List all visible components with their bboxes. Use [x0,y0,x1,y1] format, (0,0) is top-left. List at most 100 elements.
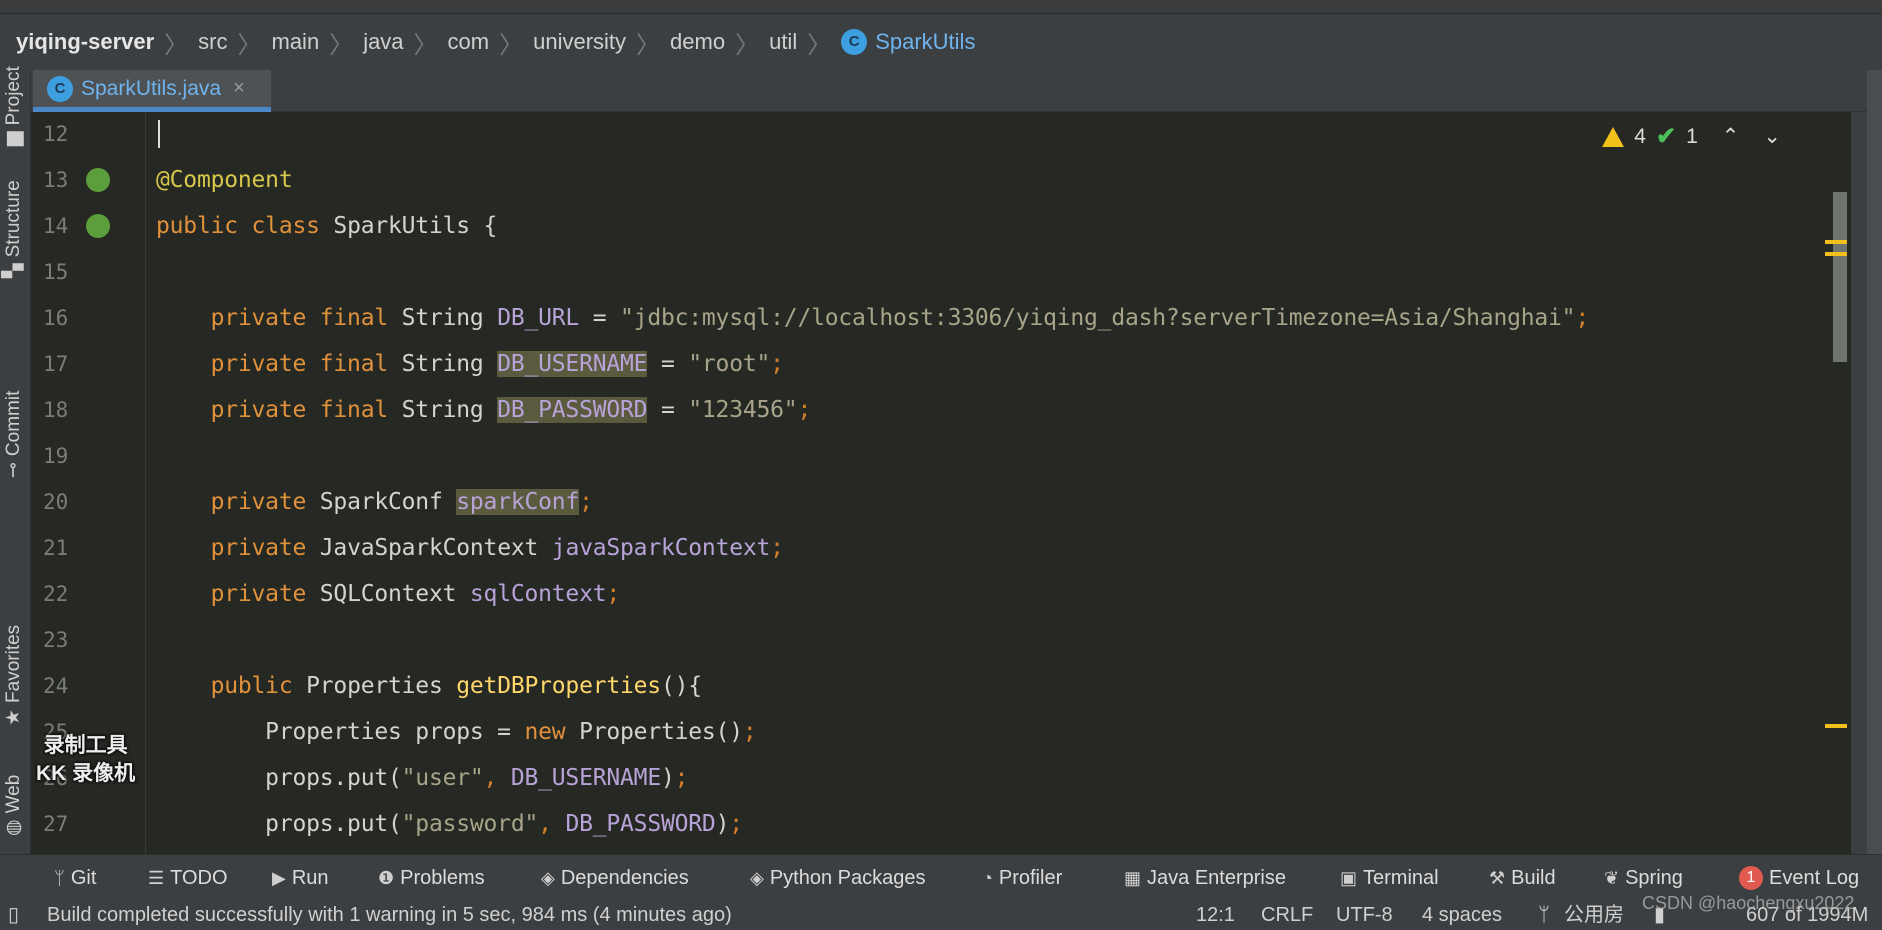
indent-setting[interactable]: 4 spaces [1422,900,1502,926]
code-line: private final String DB_PASSWORD = "1234… [156,387,811,433]
code-token: props.put( [156,811,402,837]
code-token: DB_URL [497,305,580,331]
packages-icon: ◈ [750,867,764,888]
code-token: DB_PASSWORD [565,811,716,837]
breadcrumb-item[interactable]: com [448,29,490,55]
git-branch[interactable]: 公用房 [1564,900,1624,926]
chevron-right-icon: 〉 [164,31,189,59]
bean-icon[interactable] [86,168,110,192]
class-icon: C [47,75,73,102]
code-editor[interactable]: 12 13 14 15 16 17 18 19 20 21 22 23 24 25 26 27 @Compon… [31,112,1851,854]
watermark-line: 录制工具 [43,734,128,757]
tool-label: Project [2,66,24,126]
tool-window-label: Git [70,866,97,889]
tool-window-problems[interactable]: ❶ Problems [378,855,485,901]
tool-favorites[interactable]: ★ Favorites [2,625,25,726]
tool-window-git[interactable]: ᛘ Git [54,855,96,901]
java-enterprise-icon: ▦ [1124,867,1142,888]
profiler-icon: ◔ [982,867,993,888]
code-token: sparkConf [456,489,580,515]
tool-window-todo[interactable]: ☰ TODO [148,855,228,901]
status-toggle-icon[interactable]: ▯ [8,900,19,926]
next-highlight-icon[interactable]: ⌄ [1763,124,1781,149]
code-token: ; [770,535,784,561]
line-number: 23 [43,628,69,652]
tool-label: Commit [2,390,24,457]
caret-position[interactable]: 12:1 [1196,900,1235,926]
code-token: private [156,489,320,515]
code-token: "123456" [688,397,798,423]
tool-window-profiler[interactable]: ◔ Profiler [982,855,1062,901]
bean-class-icon[interactable] [86,214,110,238]
chevron-right-icon: 〉 [329,31,354,59]
line-separator[interactable]: CRLF [1261,900,1313,926]
tool-window-label: Build [1511,866,1556,889]
breadcrumb-item[interactable]: yiqing-server [16,29,154,55]
line-number: 18 [43,398,69,422]
warning-marker[interactable] [1825,252,1847,256]
status-message[interactable]: Build completed successfully with 1 warn… [47,900,732,926]
tool-commit[interactable]: ⊸ Commit [2,391,25,478]
close-icon[interactable]: × [233,77,245,100]
code-token: (){ [660,673,702,699]
tab-sparkutils-java[interactable]: C SparkUtils.java × [33,70,271,112]
code-token: String [401,397,498,423]
right-tool-stripe [1867,70,1882,854]
tool-window-python-packages[interactable]: ◈ Python Packages [750,855,926,901]
breadcrumb-item[interactable]: demo [670,29,725,55]
tool-window-label: Dependencies [560,866,689,889]
chevron-right-icon: 〉 [499,31,524,59]
tool-window-run[interactable]: ▶ Run [272,855,329,901]
inspection-widget[interactable]: 4 ✔ 1 ⌃ ⌄ [1602,122,1781,151]
warning-icon [1602,126,1625,147]
code-token: ; [797,397,812,423]
line-number: 27 [43,812,69,836]
tool-window-java-enterprise[interactable]: ▦ Java Enterprise [1124,855,1286,901]
tool-structure[interactable]: ▚ Structure [2,180,25,278]
code-token: public [156,673,307,699]
warning-marker[interactable] [1825,724,1847,728]
code-token: "root" [688,351,771,377]
editor-tabs: C SparkUtils.java × [31,70,1882,112]
code-line: private SQLContext sqlContext; [156,571,621,617]
tool-window-dependencies[interactable]: ◈ Dependencies [541,855,689,901]
breadcrumb-current[interactable]: SparkUtils [875,29,975,55]
previous-highlight-icon[interactable]: ⌃ [1722,124,1740,149]
code-line: private SparkConf sparkConf; [156,479,593,525]
chevron-right-icon: 〉 [807,31,832,59]
vertical-scrollbar[interactable] [1833,192,1847,362]
tool-window-build[interactable]: ⚒ Build [1489,855,1556,901]
list-icon: ☰ [148,867,165,888]
breadcrumb-item[interactable]: util [769,29,797,55]
git-icon: ᛘ [54,867,65,888]
problems-icon: ❶ [378,867,395,888]
code-token: ) [660,765,675,791]
breadcrumb: yiqing-server 〉 src 〉 main 〉 java 〉 com 〉 universi… [0,14,1882,70]
hammer-icon: ⚒ [1489,867,1506,888]
code-token: private [156,581,320,607]
breadcrumb-item[interactable]: main [272,29,320,55]
tool-web[interactable]: ◍ Web [2,775,25,836]
recorder-watermark: 录制工具 KK 录像机 [36,732,135,788]
tool-project[interactable]: ▆ Project [2,66,25,146]
code-token: ; [579,489,593,515]
breadcrumb-item[interactable]: java [363,29,403,55]
code-token: = [647,397,689,423]
line-number: 21 [43,536,69,560]
structure-icon: ▚ [3,263,24,278]
line-number: 24 [43,674,69,698]
code-token: javaSparkContext [551,535,771,561]
code-line: private final String DB_URL = "jdbc:mysq… [156,295,1590,341]
breadcrumb-item[interactable]: university [533,29,626,55]
code-line: props.put("password", DB_PASSWORD); [156,801,743,847]
tool-window-terminal[interactable]: ▣ Terminal [1340,855,1439,901]
warning-marker[interactable] [1825,240,1847,244]
code-line: public class SparkUtils { [156,203,497,249]
git-branch-icon: ᛘ [1538,904,1550,926]
file-encoding[interactable]: UTF-8 [1336,900,1393,926]
breadcrumb-item[interactable]: src [198,29,227,55]
tool-window-label: Python Packages [769,866,926,889]
line-number: 20 [43,490,69,514]
code-token: props.put( [156,765,402,791]
warning-count: 4 [1634,124,1646,148]
